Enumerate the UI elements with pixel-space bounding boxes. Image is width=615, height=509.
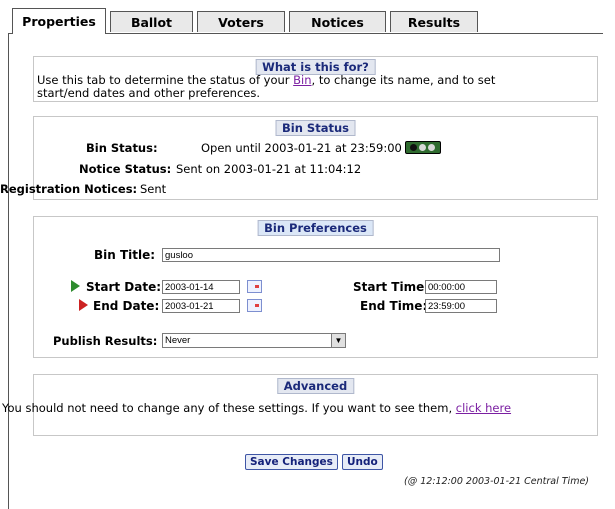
advanced-text-line: You should not need to change any of the… bbox=[2, 401, 511, 415]
tab-bar: Properties Ballot Voters Notices Results bbox=[12, 8, 612, 34]
tab-properties[interactable]: Properties bbox=[12, 8, 106, 34]
tab-ballot[interactable]: Ballot bbox=[110, 11, 193, 32]
registration-notices-value: Sent bbox=[140, 182, 167, 196]
what-for-text-after: , to change its name, and to set bbox=[311, 73, 496, 87]
light-2 bbox=[418, 144, 426, 151]
what-for-line2: start/end dates and other preferences. bbox=[37, 86, 260, 100]
bin-link[interactable]: Bin bbox=[293, 73, 311, 87]
what-for-text: Use this tab to determine the status of … bbox=[37, 73, 294, 87]
start-time-label: Start Time: bbox=[353, 280, 430, 294]
timestamp: (@ 12:12:00 2003-01-21 Central Time) bbox=[404, 476, 589, 487]
bin-title-input[interactable]: gusloo bbox=[162, 248, 500, 262]
publish-results-value: Never bbox=[165, 335, 191, 346]
advanced-title: Advanced bbox=[276, 378, 355, 394]
start-date-input[interactable]: 2003-01-14 bbox=[162, 280, 240, 294]
end-date-input[interactable]: 2003-01-21 bbox=[162, 299, 240, 313]
notice-status-value: Sent on 2003-01-21 at 11:04:12 bbox=[176, 162, 362, 176]
tab-voters[interactable]: Voters bbox=[197, 11, 285, 32]
frame-border bbox=[8, 33, 9, 509]
start-arrow-icon bbox=[71, 280, 80, 292]
bin-status-title: Bin Status bbox=[275, 120, 356, 136]
click-here-link[interactable]: click here bbox=[456, 401, 511, 415]
start-date-calendar-icon[interactable] bbox=[247, 280, 262, 293]
what-for-line1: Use this tab to determine the status of … bbox=[37, 73, 495, 87]
light-3 bbox=[427, 144, 435, 151]
undo-button[interactable]: Undo bbox=[342, 454, 383, 470]
publish-results-select[interactable]: Never ▼ bbox=[162, 333, 346, 348]
publish-results-label: Publish Results: bbox=[53, 334, 158, 348]
end-date-label: End Date: bbox=[93, 299, 160, 313]
what-for-panel: What is this for? Use this tab to determ… bbox=[33, 56, 598, 102]
tab-notices[interactable]: Notices bbox=[289, 11, 386, 32]
registration-notices-label: Registration Notices: bbox=[0, 182, 138, 196]
bin-status-label: Bin Status: bbox=[86, 141, 158, 155]
light-1 bbox=[409, 144, 417, 151]
advanced-text: You should not need to change any of the… bbox=[2, 401, 453, 415]
end-date-calendar-icon[interactable] bbox=[247, 299, 262, 312]
bin-status-text: Open until 2003-01-21 at 23:59:00 bbox=[201, 141, 402, 155]
bin-status-value: Open until 2003-01-21 at 23:59:00 bbox=[201, 141, 441, 155]
notice-status-label: Notice Status: bbox=[79, 162, 172, 176]
start-date-label: Start Date: bbox=[86, 280, 162, 294]
bin-preferences-title: Bin Preferences bbox=[257, 220, 374, 236]
start-time-input[interactable]: 00:00:00 bbox=[425, 280, 497, 294]
chevron-down-icon[interactable]: ▼ bbox=[331, 334, 345, 347]
tab-results[interactable]: Results bbox=[390, 11, 478, 32]
save-changes-button[interactable]: Save Changes bbox=[245, 454, 338, 470]
end-time-label: End Time: bbox=[360, 299, 428, 313]
bin-title-label: Bin Title: bbox=[94, 248, 156, 262]
traffic-light-icon bbox=[404, 141, 441, 154]
end-time-input[interactable]: 23:59:00 bbox=[425, 299, 497, 313]
end-arrow-icon bbox=[79, 299, 88, 311]
